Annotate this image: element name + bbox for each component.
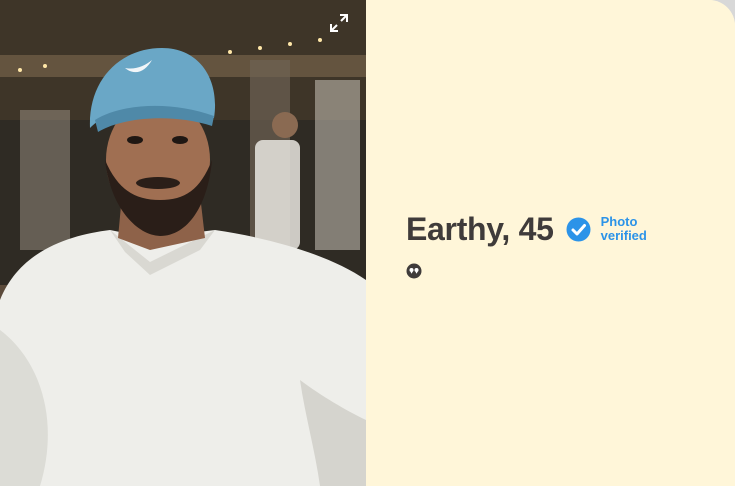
- name-row: Earthy, 45 Photo verified: [406, 206, 647, 252]
- photo-verified-line2: verified: [600, 228, 647, 243]
- expand-icon[interactable]: [328, 12, 350, 34]
- photo-verified-label: Photo verified: [601, 215, 647, 243]
- photo-verified-line1: Photo: [600, 214, 638, 229]
- verified-check-icon: [566, 217, 591, 241]
- profile-info-panel: Earthy, 45 Photo verified: [366, 0, 735, 486]
- profile-name-age: Earthy, 45: [406, 210, 554, 247]
- profile-card[interactable]: Earthy, 45 Photo verified: [0, 0, 735, 486]
- profile-photo-image: [0, 0, 366, 486]
- profile-photo[interactable]: [0, 0, 366, 486]
- quote-icon: [406, 263, 422, 279]
